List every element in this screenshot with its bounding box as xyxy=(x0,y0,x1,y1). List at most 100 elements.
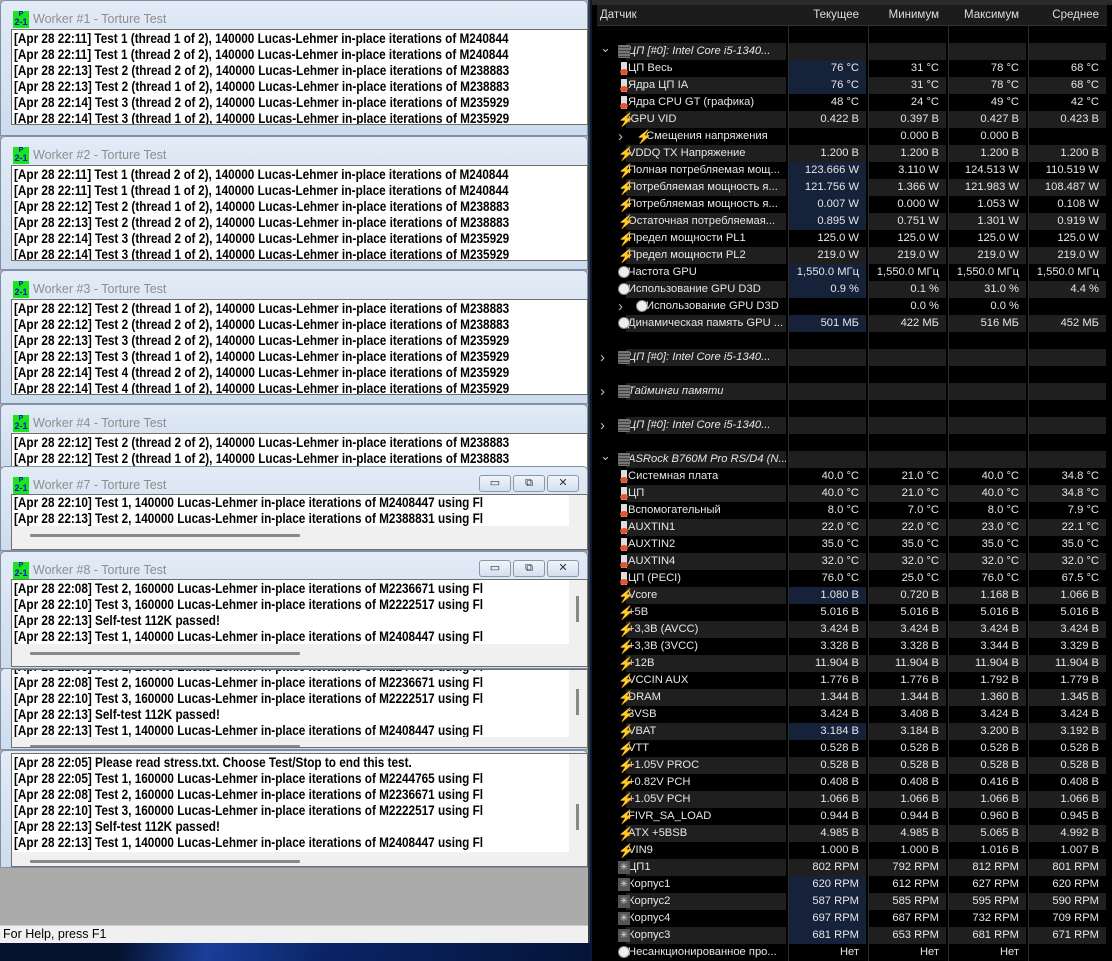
minimize-button[interactable]: ▭ xyxy=(479,475,511,492)
sensor-row[interactable]: Предел мощности PL2 ⚡ 219.0 W 219.0 W 219.0 … xyxy=(592,247,1112,264)
min-value: 3.184 В xyxy=(868,723,946,740)
sensor-row[interactable]: Корпус2 ✳ 587 RPM 585 RPM 595 RPM 590 RPM xyxy=(592,893,1112,910)
sensor-row[interactable]: Полная потребляемая мощ... ⚡ 123.666 W 3.11… xyxy=(592,162,1112,179)
sensor-row[interactable]: +1.05V PROC ⚡ 0.528 В 0.528 В 0.528 В 0.528 В xyxy=(592,757,1112,774)
window-title-bar[interactable]: P 2-1 Worker #1 - Torture Test xyxy=(13,9,166,29)
sensor-row[interactable]: ATX +5ВSB ⚡ 4.985 В 4.985 В 5.065 В 4.992 В xyxy=(592,825,1112,842)
horizontal-scrollbar[interactable] xyxy=(30,745,300,747)
window-title-bar[interactable]: P 2-1 Worker #8 - Torture Test xyxy=(13,560,166,580)
sensor-row[interactable]: Динамическая память GPU ... 501 МБ 422 МБ 5… xyxy=(592,315,1112,332)
restore-button[interactable]: ⧉ xyxy=(513,475,545,492)
col-max[interactable]: Максимум xyxy=(948,5,1026,26)
window-title-bar[interactable]: P 2-1 Worker #2 - Torture Test xyxy=(13,145,166,165)
chevron-right-icon[interactable]: › xyxy=(618,128,623,145)
sensor-row[interactable]: +3,3В (3VCC) ⚡ 3.328 В 3.328 В 3.344 В 3.329 … xyxy=(592,638,1112,655)
sensor-row[interactable]: ЦП Весь 76 °C 31 °C 78 °C 68 °C xyxy=(592,60,1112,77)
chevron-right-icon[interactable]: › xyxy=(600,417,605,434)
min-value: 687 RPM xyxy=(868,910,946,927)
col-min[interactable]: Минимум xyxy=(868,5,946,26)
sensor-row[interactable]: Потребляемая мощность я... ⚡ 0.007 W 0.000 … xyxy=(592,196,1112,213)
sensor-row[interactable]: Использование GPU D3D 0.9 % 0.1 % 31.0 % 4.4… xyxy=(592,281,1112,298)
sensor-row[interactable]: AUXTIN2 35.0 °C 35.0 °C 35.0 °C 35.0 °C xyxy=(592,536,1112,553)
sensor-row[interactable]: VDDQ TX Напряжение ⚡ 1.200 В 1.200 В 1.200 В… xyxy=(592,145,1112,162)
sensor-group-row[interactable]: ЦП [#0]: Intel Core i5-1340... › xyxy=(592,349,1112,366)
sensor-row[interactable]: Вспомогательный 8.0 °C 7.0 °C 8.0 °C 7.9 °C xyxy=(592,502,1112,519)
sensor-row[interactable]: AUXTIN1 22.0 °C 22.0 °C 23.0 °C 22.1 °C xyxy=(592,519,1112,536)
sensor-row[interactable]: Корпус1 ✳ 620 RPM 612 RPM 627 RPM 620 RPM xyxy=(592,876,1112,893)
close-button[interactable]: ✕ xyxy=(547,475,579,492)
worker-window: P 2-1 Worker #7 - Torture Test ▭ ⧉ ✕ [Apr 28 2… xyxy=(0,466,588,551)
vertical-scrollbar[interactable] xyxy=(576,596,579,622)
chevron-right-icon[interactable]: › xyxy=(600,349,605,366)
sensor-row[interactable]: Системная плата 40.0 °C 21.0 °C 40.0 °C 34.8… xyxy=(592,468,1112,485)
sensor-row[interactable]: ЦП 40.0 °C 21.0 °C 40.0 °C 34.8 °C xyxy=(592,485,1112,502)
sensor-row[interactable]: VTT ⚡ 0.528 В 0.528 В 0.528 В 0.528 В xyxy=(592,740,1112,757)
thermometer-icon xyxy=(618,521,630,534)
thermometer-icon xyxy=(618,79,630,92)
sensor-name: Ядра CPU GT (графика) xyxy=(626,94,786,111)
col-current[interactable]: Текущее xyxy=(788,5,866,26)
empty-cell xyxy=(788,349,866,366)
window-title-bar[interactable]: P 2-1 Worker #4 - Torture Test xyxy=(13,413,166,433)
chevron-right-icon[interactable]: › xyxy=(618,298,623,315)
chevron-down-icon[interactable]: ⌄ xyxy=(600,39,611,56)
col-avg[interactable]: Среднее xyxy=(1028,5,1106,26)
sensor-row[interactable]: +12В ⚡ 11.904 В 11.904 В 11.904 В 11.904 В xyxy=(592,655,1112,672)
sensor-row[interactable]: Использование GPU D3D › 0.0 % 0.0 % xyxy=(592,298,1112,315)
current-value: 11.904 В xyxy=(788,655,866,672)
horizontal-scrollbar[interactable] xyxy=(30,860,300,863)
sensor-row[interactable]: AUXTIN4 32.0 °C 32.0 °C 32.0 °C 32.0 °C xyxy=(592,553,1112,570)
log-line: [Apr 28 22:11] Test 1 (thread 1 of 2), 1… xyxy=(14,182,509,198)
empty-cell xyxy=(948,434,1026,451)
sensor-row[interactable]: iGPU VID ⚡ 0.422 В 0.397 В 0.427 В 0.423 В xyxy=(592,111,1112,128)
sensor-row[interactable]: +1.05V PCH ⚡ 1.066 В 1.066 В 1.066 В 1.066 В xyxy=(592,791,1112,808)
sensor-row[interactable]: Предел мощности PL1 ⚡ 125.0 W 125.0 W 125.0 … xyxy=(592,230,1112,247)
sensor-row[interactable]: Частота GPU 1,550.0 МГц 1,550.0 МГц 1,550.0… xyxy=(592,264,1112,281)
sensor-row[interactable]: Vcore ⚡ 1.080 В 0.720 В 1.168 В 1.066 В xyxy=(592,587,1112,604)
sensor-name: Полная потребляемая мощ... xyxy=(626,162,786,179)
sensor-name: Динамическая память GPU ... xyxy=(626,315,786,332)
horizontal-scrollbar[interactable] xyxy=(30,652,300,655)
sensor-row[interactable]: Потребляемая мощность я... ⚡ 121.756 W 1.36… xyxy=(592,179,1112,196)
sensor-row[interactable]: 3VSB ⚡ 3.424 В 3.408 В 3.424 В 3.424 В xyxy=(592,706,1112,723)
close-button[interactable]: ✕ xyxy=(547,560,579,577)
sensor-row[interactable]: Корпус4 ✳ 697 RPM 687 RPM 732 RPM 709 RPM xyxy=(592,910,1112,927)
sensor-row[interactable]: +0.82V PCH ⚡ 0.408 В 0.408 В 0.416 В 0.408 В xyxy=(592,774,1112,791)
sensor-row[interactable]: VBAT ⚡ 3.184 В 3.184 В 3.200 В 3.192 В xyxy=(592,723,1112,740)
sensor-row[interactable]: +5В ⚡ 5.016 В 5.016 В 5.016 В 5.016 В xyxy=(592,604,1112,621)
sensor-label: Вспомогательный xyxy=(628,504,721,516)
vertical-scrollbar[interactable] xyxy=(576,804,579,830)
sensor-row[interactable]: ЦП1 ✳ 802 RPM 792 RPM 812 RPM 801 RPM xyxy=(592,859,1112,876)
sensor-name: +3,3В (3VCC) xyxy=(626,638,786,655)
prime95-icon: P 2-1 xyxy=(13,280,29,298)
sensor-row[interactable]: Корпус3 ✳ 681 RPM 653 RPM 681 RPM 671 RPM xyxy=(592,927,1112,944)
restore-button[interactable]: ⧉ xyxy=(513,560,545,577)
window-title-bar[interactable]: P 2-1 Worker #3 - Torture Test xyxy=(13,279,166,299)
sensor-row[interactable]: +3,3В (AVCC) ⚡ 3.424 В 3.424 В 3.424 В 3.424 … xyxy=(592,621,1112,638)
minimize-button[interactable]: ▭ xyxy=(479,560,511,577)
vertical-scrollbar[interactable] xyxy=(576,689,579,715)
sensor-group-row[interactable]: ASRock B760M Pro RS/D4 (N... ⌄ xyxy=(592,448,1112,468)
window-title: Worker #8 - Torture Test xyxy=(33,563,167,577)
sensor-group-row[interactable]: ЦП [#0]: Intel Core i5-1340... ⌄ xyxy=(592,40,1112,60)
max-value: 1.053 W xyxy=(948,196,1026,213)
sensor-row[interactable]: VIN9 ⚡ 1.000 В 1.000 В 1.016 В 1.007 В xyxy=(592,842,1112,859)
current-value: 0.528 В xyxy=(788,757,866,774)
chevron-down-icon[interactable]: ⌄ xyxy=(600,447,611,464)
sensor-row[interactable]: ЦП (PECI) 76.0 °C 25.0 °C 76.0 °C 67.5 °C xyxy=(592,570,1112,587)
sensor-row[interactable]: Остаточная потребляемая... ⚡ 0.895 W 0.751 … xyxy=(592,213,1112,230)
chevron-right-icon[interactable]: › xyxy=(600,383,605,400)
sensor-row[interactable]: Ядра CPU GT (графика) 48 °C 24 °C 49 °C 42 °… xyxy=(592,94,1112,111)
sensor-group-row[interactable]: Тайминги памяти › xyxy=(592,383,1112,400)
sensor-row[interactable]: Ядра ЦП IA 76 °C 31 °C 78 °C 68 °C xyxy=(592,77,1112,94)
sensor-row[interactable]: Несанкционированное про... Нет Нет Нет xyxy=(592,944,1112,961)
col-sensor[interactable]: Датчик xyxy=(600,5,637,26)
sensor-group-row[interactable]: ЦП [#0]: Intel Core i5-1340... › xyxy=(592,417,1112,434)
sensor-row[interactable]: VCCIN AUX ⚡ 1.776 В 1.776 В 1.792 В 1.779 В xyxy=(592,672,1112,689)
window-title-bar[interactable]: P 2-1 Worker #7 - Torture Test xyxy=(13,475,166,495)
sensor-row[interactable]: Смещения напряжения › ⚡ 0.000 В 0.000 В xyxy=(592,128,1112,145)
avg-value: 68 °C xyxy=(1028,60,1106,77)
sensor-row[interactable]: FIVR_SA_LOAD ⚡ 0.944 В 0.944 В 0.960 В 0.945 … xyxy=(592,808,1112,825)
sensor-row[interactable]: DRAM ⚡ 1.344 В 1.344 В 1.360 В 1.345 В xyxy=(592,689,1112,706)
horizontal-scrollbar[interactable] xyxy=(30,534,300,537)
